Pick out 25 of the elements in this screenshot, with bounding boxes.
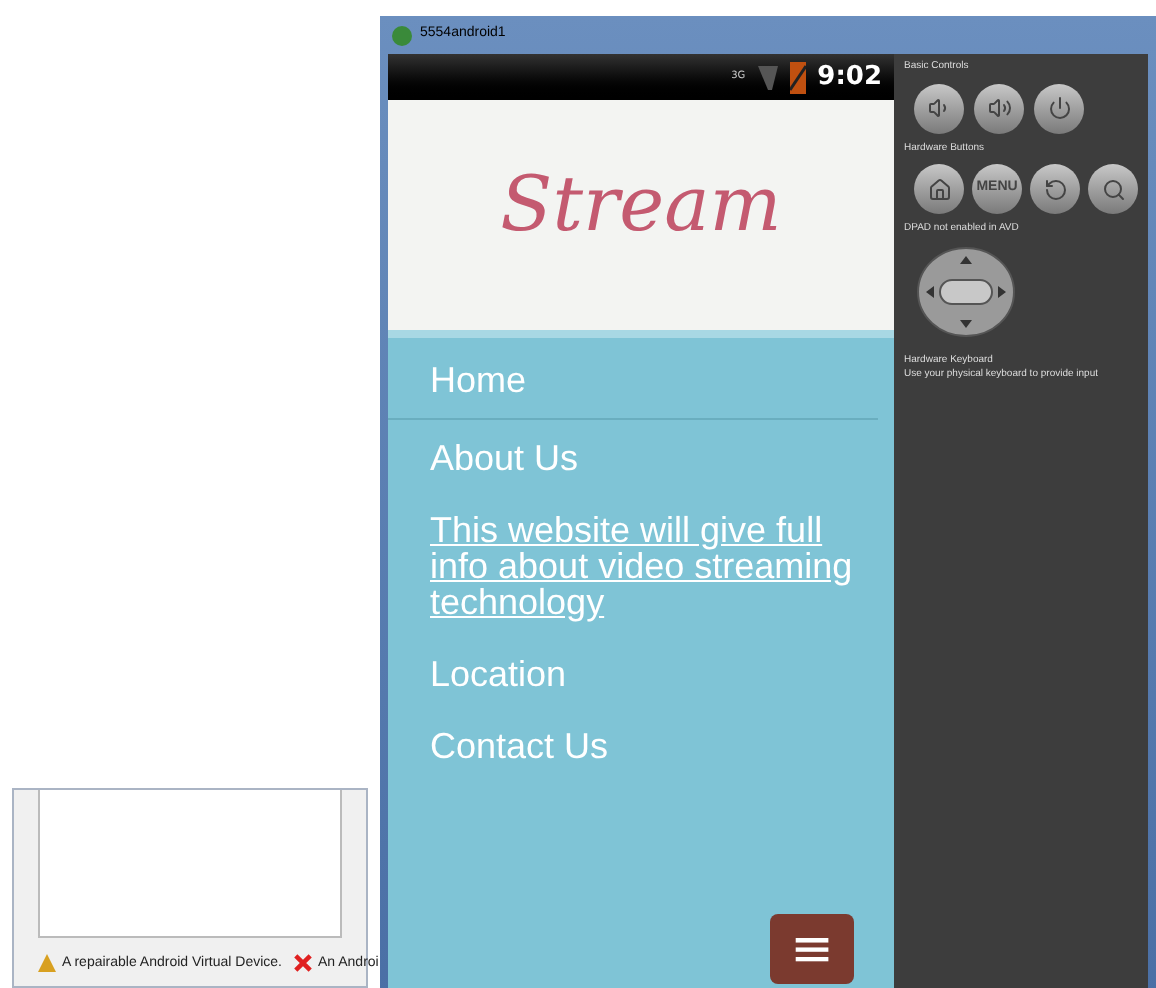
site-logo: Stream — [500, 158, 782, 252]
home-button[interactable] — [914, 164, 964, 214]
search-icon — [1101, 177, 1125, 201]
clock: 9:02 — [817, 59, 882, 96]
battery-icon — [789, 61, 806, 93]
menu-item[interactable]: Location — [430, 656, 878, 692]
menu-item[interactable]: Home — [430, 362, 878, 398]
warning-icon — [38, 954, 56, 973]
volume-down-button[interactable] — [914, 83, 964, 133]
back-button[interactable] — [1030, 164, 1080, 214]
back-icon — [1043, 177, 1067, 201]
menu-link[interactable]: This website will give full info about video streaming technology — [430, 512, 878, 620]
menu-button[interactable]: ≡ — [770, 914, 854, 984]
power-icon — [1047, 96, 1071, 120]
menu-item[interactable]: Contact Us — [430, 728, 878, 764]
volume-up-button[interactable] — [974, 83, 1024, 133]
signal-icon — [757, 65, 778, 89]
dpad-icon[interactable] — [916, 245, 1016, 337]
volume-down-icon — [927, 96, 951, 120]
home-icon — [927, 177, 951, 201]
search-button[interactable] — [1088, 164, 1138, 214]
menu-item[interactable]: About Us — [430, 440, 878, 476]
volume-up-icon — [987, 96, 1011, 120]
power-button[interactable] — [1034, 83, 1084, 133]
error-icon — [294, 954, 312, 973]
